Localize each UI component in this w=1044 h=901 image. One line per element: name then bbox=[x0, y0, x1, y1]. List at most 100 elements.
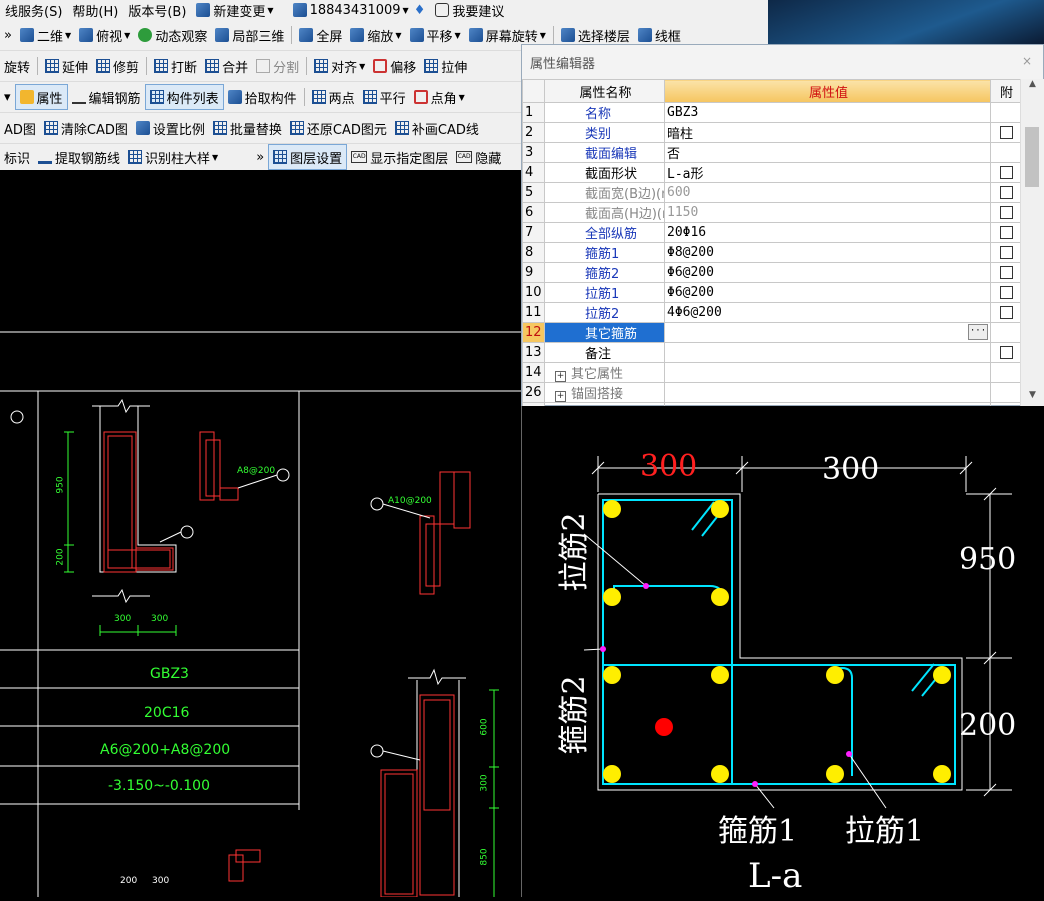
ellipsis-button[interactable]: ··· bbox=[968, 324, 988, 340]
align-button[interactable]: 对齐 ▼ bbox=[310, 54, 369, 78]
expand-icon[interactable]: + bbox=[555, 391, 566, 402]
property-name[interactable]: 箍筋1 bbox=[544, 242, 665, 263]
property-value[interactable]: ··· bbox=[664, 322, 991, 343]
property-row[interactable]: 6截面高(H边)(mm1150 bbox=[522, 202, 1021, 223]
phone-button[interactable]: 18843431009 ▼ bbox=[292, 3, 409, 18]
property-row[interactable]: 13 备注 bbox=[522, 342, 1021, 363]
property-value[interactable]: 600 bbox=[664, 182, 991, 203]
property-name[interactable]: 其它箍筋 bbox=[544, 322, 665, 343]
property-row[interactable]: 9 箍筋2 Φ6@200 bbox=[522, 262, 1021, 283]
toolbar-overflow[interactable]: » bbox=[0, 23, 16, 47]
trim-button[interactable]: 修剪 bbox=[92, 54, 143, 78]
property-name[interactable]: 拉筋2 bbox=[544, 302, 665, 323]
property-editor-titlebar[interactable]: 属性编辑器 × bbox=[522, 45, 1043, 79]
property-row[interactable]: 2 类别 暗柱 bbox=[522, 122, 1021, 143]
property-name[interactable]: 截面高(H边)(mm bbox=[544, 202, 665, 223]
component-list-button[interactable]: 构件列表 bbox=[144, 84, 224, 110]
hide-layer-button[interactable]: CAD 隐藏 bbox=[452, 145, 505, 169]
property-name[interactable]: 箍筋2 bbox=[544, 262, 665, 283]
property-value[interactable] bbox=[664, 342, 991, 363]
property-row[interactable]: 3 截面编辑否 bbox=[522, 142, 1021, 163]
property-name[interactable]: 截面宽(B边)(mm bbox=[544, 182, 665, 203]
property-row[interactable]: 5截面宽(B边)(mm600 bbox=[522, 182, 1021, 203]
property-value[interactable]: GBZ3 bbox=[664, 102, 991, 123]
property-name[interactable]: 全部纵筋 bbox=[544, 222, 665, 243]
property-name[interactable]: 拉筋1 bbox=[544, 282, 665, 303]
menu-online-service[interactable]: 线服务(S) bbox=[0, 1, 67, 20]
split-button[interactable]: 分割 bbox=[252, 54, 303, 78]
property-row[interactable]: 10 拉筋1 Φ6@200 bbox=[522, 282, 1021, 303]
batch-replace-button[interactable]: 批量替换 bbox=[209, 116, 286, 140]
property-button[interactable]: 属性 bbox=[14, 84, 68, 110]
property-value[interactable]: Φ8@200 bbox=[664, 242, 991, 263]
expand-icon[interactable]: + bbox=[555, 371, 566, 382]
attach-checkbox[interactable] bbox=[1000, 346, 1013, 359]
view-2d-button[interactable]: 二维 ▼ bbox=[16, 23, 75, 47]
fullscreen-button[interactable]: 全屏 bbox=[295, 23, 346, 47]
property-row[interactable]: 7 全部纵筋 20Φ16 bbox=[522, 222, 1021, 243]
cad-drawing-button[interactable]: AD图 bbox=[0, 116, 40, 140]
draw-cad-line-button[interactable]: 补画CAD线 bbox=[391, 116, 483, 140]
property-name[interactable]: 截面形状 bbox=[544, 162, 665, 183]
attach-checkbox[interactable] bbox=[1000, 226, 1013, 239]
scroll-down-icon[interactable]: ▼ bbox=[1021, 390, 1044, 404]
scroll-up-icon[interactable]: ▲ bbox=[1021, 79, 1044, 93]
property-name[interactable]: 类别 bbox=[544, 122, 665, 143]
attach-checkbox[interactable] bbox=[1000, 126, 1013, 139]
property-value-header[interactable]: 属性值 bbox=[664, 79, 991, 103]
attach-checkbox[interactable] bbox=[1000, 266, 1013, 279]
clear-cad-button[interactable]: 清除CAD图 bbox=[40, 116, 132, 140]
property-row[interactable]: 14 + 其它属性 bbox=[522, 362, 1021, 383]
property-grid-scrollbar[interactable]: ▲ ▼ bbox=[1020, 79, 1044, 406]
property-value[interactable]: 1150 bbox=[664, 202, 991, 223]
close-icon[interactable]: × bbox=[1019, 53, 1035, 69]
break-button[interactable]: 打断 bbox=[150, 54, 201, 78]
merge-button[interactable]: 合并 bbox=[201, 54, 252, 78]
property-value[interactable]: Φ6@200 bbox=[664, 282, 991, 303]
zoom-button[interactable]: 缩放 ▼ bbox=[346, 23, 405, 47]
rotate-button[interactable]: 旋转 bbox=[0, 54, 34, 78]
property-name[interactable]: 备注 bbox=[544, 342, 665, 363]
property-row[interactable]: 11 拉筋2 4Φ6@200 bbox=[522, 302, 1021, 323]
property-row[interactable]: 12 其它箍筋 ··· bbox=[522, 322, 1021, 343]
show-layer-button[interactable]: CAD 显示指定图层 bbox=[347, 145, 452, 169]
toolbar-overflow[interactable]: » bbox=[252, 145, 268, 169]
restore-cad-button[interactable]: 还原CAD图元 bbox=[286, 116, 391, 140]
parallel-button[interactable]: 平行 bbox=[359, 85, 410, 109]
identify-button[interactable]: 标识 bbox=[0, 145, 34, 169]
local-3d-button[interactable]: 局部三维 bbox=[211, 23, 288, 47]
stretch-button[interactable]: 拉伸 bbox=[420, 54, 471, 78]
menu-help[interactable]: 帮助(H) bbox=[67, 1, 123, 20]
orbit-button[interactable]: 动态观察 bbox=[134, 23, 211, 47]
property-name[interactable]: 截面编辑 bbox=[544, 142, 665, 163]
two-points-button[interactable]: 两点 bbox=[308, 85, 359, 109]
property-value[interactable]: 暗柱 bbox=[664, 122, 991, 143]
menu-version[interactable]: 版本号(B) bbox=[123, 1, 191, 20]
pan-button[interactable]: 平移 ▼ bbox=[406, 23, 465, 47]
bell-icon[interactable]: ♦ bbox=[409, 3, 431, 18]
property-row[interactable]: 4 截面形状 L-a形 bbox=[522, 162, 1021, 183]
property-name[interactable]: + 锚固搭接 bbox=[544, 382, 665, 403]
top-view-button[interactable]: 俯视 ▼ bbox=[75, 23, 134, 47]
suggest-button[interactable]: 我要建议 bbox=[430, 1, 509, 20]
identify-column-detail-button[interactable]: 识别柱大样 ▼ bbox=[124, 145, 222, 169]
offset-button[interactable]: 偏移 bbox=[369, 54, 420, 78]
property-row[interactable]: 8 箍筋1 Φ8@200 bbox=[522, 242, 1021, 263]
attach-checkbox[interactable] bbox=[1000, 186, 1013, 199]
point-angle-button[interactable]: 点角 ▼ bbox=[410, 85, 469, 109]
attach-checkbox[interactable] bbox=[1000, 246, 1013, 259]
layer-settings-button[interactable]: 图层设置 bbox=[268, 144, 348, 170]
attach-checkbox[interactable] bbox=[1000, 306, 1013, 319]
cad-drawing-canvas[interactable] bbox=[0, 170, 521, 897]
property-value[interactable]: 否 bbox=[664, 142, 991, 163]
property-name[interactable]: 名称 bbox=[544, 102, 665, 123]
attach-checkbox[interactable] bbox=[1000, 166, 1013, 179]
attach-checkbox[interactable] bbox=[1000, 206, 1013, 219]
property-row[interactable]: 26 + 锚固搭接 bbox=[522, 382, 1021, 403]
edit-rebar-button[interactable]: 编辑钢筋 bbox=[68, 85, 145, 109]
toolbar-overflow[interactable]: ▾ bbox=[0, 85, 15, 109]
property-value[interactable]: Φ6@200 bbox=[664, 262, 991, 283]
extend-button[interactable]: 延伸 bbox=[41, 54, 92, 78]
pick-component-button[interactable]: 拾取构件 bbox=[224, 85, 301, 109]
extract-rebar-line-button[interactable]: 提取钢筋线 bbox=[34, 145, 124, 169]
